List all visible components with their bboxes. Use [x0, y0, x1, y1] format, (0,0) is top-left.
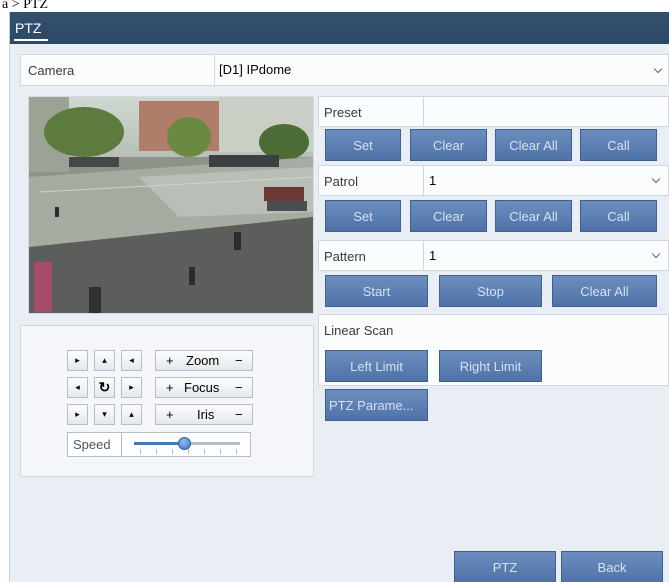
speed-control: Speed: [67, 432, 251, 457]
speed-tick: [140, 449, 141, 454]
preset-set-button[interactable]: Set: [325, 129, 401, 161]
title-bar: PTZ: [10, 12, 669, 44]
pattern-label: Pattern: [324, 249, 366, 264]
right-limit-button[interactable]: Right Limit: [439, 350, 542, 382]
tilt-down-button[interactable]: ▾: [94, 404, 115, 425]
live-video-preview: [28, 96, 314, 314]
zoom-out-button[interactable]: −: [235, 353, 243, 368]
pattern-clear-all-button[interactable]: Clear All: [552, 275, 657, 307]
camera-select[interactable]: Camera [D1] IPdome: [20, 54, 669, 86]
pattern-divider: [423, 241, 424, 270]
left-limit-button[interactable]: Left Limit: [325, 350, 428, 382]
speed-label: Speed: [73, 437, 111, 452]
chevron-down-icon: [651, 249, 661, 259]
patrol-label: Patrol: [324, 174, 358, 189]
focus-label: Focus: [184, 380, 220, 395]
preset-label: Preset: [324, 105, 362, 120]
patrol-call-button[interactable]: Call: [580, 200, 657, 232]
preset-call-button[interactable]: Call: [580, 129, 657, 161]
ptz-button[interactable]: PTZ: [454, 551, 556, 582]
speed-tick: [188, 449, 189, 454]
ptz-window: PTZ Camera [D1] IPdome ▸ ▴ ◂ ◂ ↻ ▸ ▸ ▾ ▴…: [9, 12, 669, 582]
camera-label: Camera: [28, 63, 75, 78]
breadcrumb: a > PTZ: [0, 0, 669, 12]
focus-near-button[interactable]: +: [166, 380, 174, 395]
ptz-control-panel: ▸ ▴ ◂ ◂ ↻ ▸ ▸ ▾ ▴ + Zoom − + Focus − + I…: [20, 325, 314, 477]
iris-control: + Iris −: [155, 404, 253, 425]
window-title: PTZ: [15, 20, 42, 36]
speed-tick: [220, 449, 221, 454]
linear-scan-label: Linear Scan: [324, 323, 394, 338]
iris-open-button[interactable]: +: [166, 407, 174, 422]
iris-label: Iris: [197, 407, 215, 422]
auto-scan-icon[interactable]: ↻: [94, 377, 115, 398]
preset-clear-all-button[interactable]: Clear All: [495, 129, 572, 161]
pan-left-button[interactable]: ◂: [67, 377, 88, 398]
back-button[interactable]: Back: [561, 551, 663, 582]
pan-up-left-button[interactable]: ▸: [67, 350, 88, 371]
pattern-select[interactable]: Pattern 1: [318, 240, 669, 271]
chevron-down-icon: [651, 174, 661, 184]
zoom-control: + Zoom −: [155, 350, 253, 371]
pattern-stop-button[interactable]: Stop: [439, 275, 542, 307]
camera-divider: [214, 55, 215, 85]
speed-tick: [172, 449, 173, 454]
preset-clear-button[interactable]: Clear: [410, 129, 487, 161]
zoom-in-button[interactable]: +: [166, 353, 174, 368]
pan-right-button[interactable]: ▸: [121, 377, 142, 398]
chevron-down-icon: [653, 64, 663, 74]
patrol-set-button[interactable]: Set: [325, 200, 401, 232]
ptz-parameters-button[interactable]: PTZ Parame...: [325, 389, 428, 421]
camera-value: [D1] IPdome: [219, 62, 292, 77]
iris-close-button[interactable]: −: [235, 407, 243, 422]
pan-up-right-button[interactable]: ◂: [121, 350, 142, 371]
speed-tick: [236, 449, 237, 454]
speed-tick: [204, 449, 205, 454]
patrol-divider: [423, 166, 424, 195]
focus-far-button[interactable]: −: [235, 380, 243, 395]
patrol-value: 1: [429, 173, 437, 188]
zoom-label: Zoom: [186, 353, 220, 368]
title-underline: [14, 39, 48, 41]
tilt-up-button[interactable]: ▴: [94, 350, 115, 371]
patrol-clear-all-button[interactable]: Clear All: [495, 200, 572, 232]
patrol-clear-button[interactable]: Clear: [410, 200, 487, 232]
preset-divider: [423, 97, 424, 126]
speed-tick: [156, 449, 157, 454]
speed-divider: [121, 433, 122, 456]
video-frame: [29, 97, 313, 313]
focus-control: + Focus −: [155, 377, 253, 398]
pan-down-left-button[interactable]: ▸: [67, 404, 88, 425]
pattern-value: 1: [429, 248, 437, 263]
pan-down-right-button[interactable]: ▴: [121, 404, 142, 425]
pattern-start-button[interactable]: Start: [325, 275, 428, 307]
preset-field[interactable]: Preset: [318, 96, 669, 127]
patrol-select[interactable]: Patrol 1: [318, 165, 669, 196]
